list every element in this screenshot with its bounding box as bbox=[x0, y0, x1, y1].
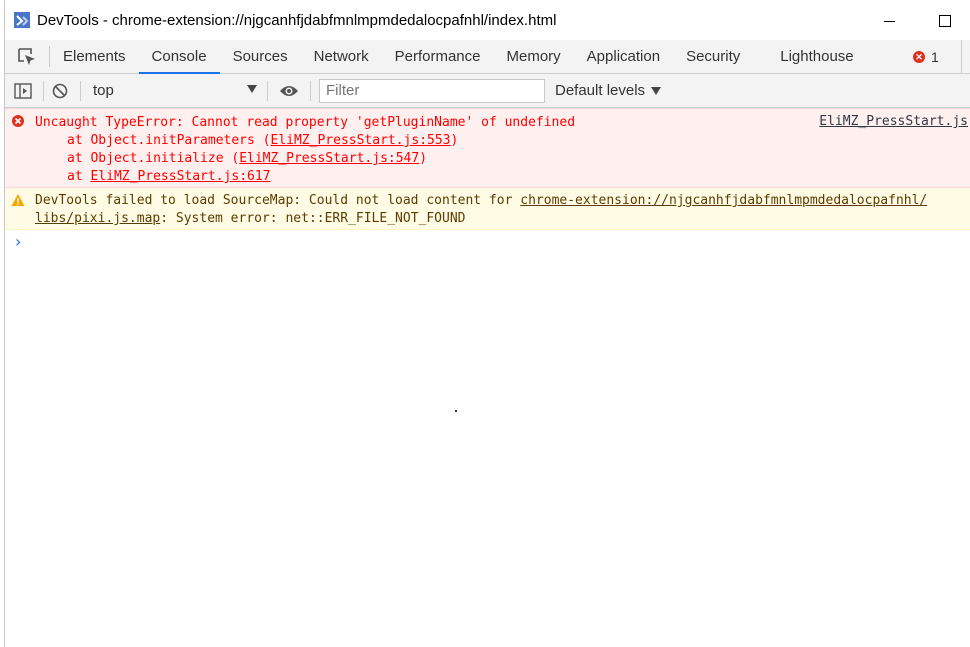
tab-performance[interactable]: Performance bbox=[382, 40, 494, 73]
minimize-button[interactable] bbox=[871, 8, 907, 34]
tab-sources[interactable]: Sources bbox=[220, 40, 301, 73]
stack-frame-link[interactable]: EliMZ_PressStart.js:617 bbox=[90, 169, 270, 184]
warning-line: libs/pixi.js.map: System error: net::ERR… bbox=[35, 210, 465, 228]
tab-lighthouse[interactable]: Lighthouse bbox=[753, 40, 866, 73]
stack-frame: at EliMZ_PressStart.js:617 bbox=[67, 168, 271, 186]
inspect-cursor-icon bbox=[18, 47, 35, 65]
console-output: Uncaught TypeError: Cannot read property… bbox=[5, 108, 970, 647]
toolbar-separator bbox=[267, 80, 268, 101]
console-prompt-chevron-icon[interactable]: › bbox=[15, 232, 21, 251]
warning-icon bbox=[11, 194, 25, 206]
sourcemap-link[interactable]: chrome-extension://njgcanhfjdabfmnlmpmde… bbox=[520, 193, 927, 208]
devtools-window: DevTools - chrome-extension://njgcanhfjd… bbox=[4, 0, 970, 647]
log-levels-label: Default levels bbox=[555, 82, 646, 99]
stack-frame: at Object.initParameters (EliMZ_PressSta… bbox=[67, 132, 458, 150]
sidebar-toggle-icon bbox=[14, 82, 32, 99]
tab-console[interactable]: Console bbox=[138, 40, 220, 74]
tab-security[interactable]: Security bbox=[673, 40, 753, 73]
tab-network[interactable]: Network bbox=[301, 40, 382, 73]
error-message: Uncaught TypeError: Cannot read property… bbox=[5, 108, 970, 188]
context-selector[interactable]: top bbox=[87, 79, 261, 103]
minimize-icon bbox=[883, 20, 895, 22]
inspect-element-button[interactable] bbox=[5, 40, 49, 73]
clear-console-button[interactable] bbox=[46, 74, 74, 107]
stack-frame-text: at Object.initialize ( bbox=[67, 151, 240, 166]
tab-application[interactable]: Application bbox=[574, 40, 673, 73]
filter-input[interactable] bbox=[319, 78, 545, 103]
stack-frame: at Object.initialize (EliMZ_PressStart.j… bbox=[67, 150, 427, 168]
stack-frame-link[interactable]: EliMZ_PressStart.js:547 bbox=[239, 151, 419, 166]
stack-frame-text: at bbox=[67, 169, 91, 184]
clear-icon bbox=[52, 83, 68, 98]
error-count-badge[interactable]: ✕ 1 bbox=[913, 40, 939, 73]
stack-frame-text: at Object.initParameters ( bbox=[67, 133, 271, 148]
show-sidebar-button[interactable] bbox=[9, 74, 37, 107]
toolbar-separator bbox=[80, 80, 81, 101]
context-value: top bbox=[93, 82, 114, 99]
maximize-icon bbox=[939, 15, 951, 27]
toolbar-separator bbox=[43, 80, 44, 101]
warning-text: DevTools failed to load SourceMap: Could… bbox=[35, 193, 521, 208]
error-icon: ✕ bbox=[913, 50, 925, 63]
stray-dot bbox=[455, 410, 457, 412]
warning-line: DevTools failed to load SourceMap: Could… bbox=[35, 192, 927, 210]
stack-frame-text: ) bbox=[450, 133, 459, 148]
tab-bar-divider bbox=[961, 40, 962, 73]
panel-tab-bar: Elements Console Sources Network Perform… bbox=[5, 40, 970, 74]
devtools-app-icon bbox=[14, 12, 30, 28]
sourcemap-file-link[interactable]: libs/pixi.js.map bbox=[35, 211, 160, 226]
tab-memory[interactable]: Memory bbox=[494, 40, 574, 73]
error-count: 1 bbox=[931, 48, 939, 65]
tab-elements[interactable]: Elements bbox=[50, 40, 139, 73]
eye-icon bbox=[280, 85, 298, 96]
stack-frame-text: ) bbox=[419, 151, 428, 166]
warning-text: : System error: net::ERR_FILE_NOT_FOUND bbox=[160, 211, 466, 226]
dropdown-arrow-icon bbox=[651, 86, 662, 95]
dropdown-arrow-icon bbox=[247, 84, 257, 93]
console-toolbar: top Default levels bbox=[5, 74, 970, 108]
title-bar: DevTools - chrome-extension://njgcanhfjd… bbox=[5, 0, 970, 40]
warning-message: DevTools failed to load SourceMap: Could… bbox=[5, 188, 970, 230]
error-text: Uncaught TypeError: Cannot read property… bbox=[35, 115, 576, 130]
toolbar-separator bbox=[310, 80, 311, 101]
error-source-link[interactable]: EliMZ_PressStart.js bbox=[819, 114, 968, 129]
error-icon bbox=[12, 115, 24, 127]
window-title: DevTools - chrome-extension://njgcanhfjd… bbox=[37, 11, 557, 29]
stack-frame-link[interactable]: EliMZ_PressStart.js:553 bbox=[271, 133, 451, 148]
live-expression-button[interactable] bbox=[274, 74, 304, 107]
log-levels-dropdown[interactable]: Default levels bbox=[555, 82, 662, 99]
maximize-button[interactable] bbox=[927, 8, 963, 34]
